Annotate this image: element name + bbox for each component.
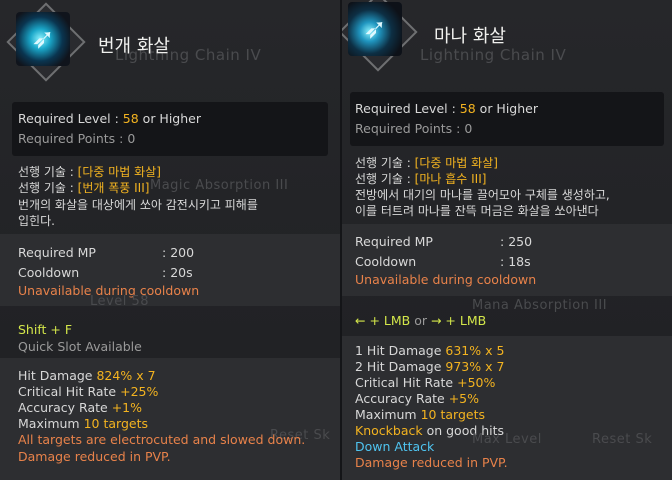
effect-line-1: All targets are electrocuted and slowed … [18, 432, 306, 447]
cooldown-value-row: : 18s [500, 254, 531, 269]
cooldown-value: 18s [508, 254, 531, 269]
required-level-value: 58 [122, 111, 139, 126]
cooldown-note: Unavailable during cooldown [355, 272, 537, 287]
crit-row: Critical Hit Rate +25% [18, 384, 158, 400]
mp-value-row: : 250 [500, 234, 533, 249]
description-line-1: 번개의 화살을 대상에게 쏘아 감전시키고 피해를 [18, 198, 258, 212]
accuracy-row: Accuracy Rate +5% [355, 391, 479, 407]
required-level-row: Required Level : 58 or Higher [355, 101, 538, 116]
skill-title: 마나 화살 [434, 26, 506, 47]
key-combo: Shift + F [18, 322, 73, 337]
mp-label: Required MP [18, 245, 96, 260]
prereq-label: 선행 기술 : [18, 165, 74, 179]
required-points-row: Required Points : 0 [18, 131, 136, 146]
required-level-label: Required Level [18, 111, 111, 126]
crit-value: +25% [120, 384, 159, 399]
accuracy-label: Accuracy Rate [355, 391, 445, 406]
knockback-label: Knockback [355, 423, 423, 438]
required-points-value: 0 [127, 131, 136, 146]
background-skill-name: Lightning Chain IV [420, 46, 567, 64]
mana-arrow-skill-icon: ➶ [348, 2, 402, 56]
crit-row: Critical Hit Rate +50% [355, 375, 495, 391]
required-level-suffix: or Higher [142, 111, 201, 126]
hit1-value: 631% x 5 [445, 343, 505, 358]
key-combo-left: ← + LMB [355, 313, 411, 328]
effect-line-2: Damage reduced in PVP. [18, 449, 171, 464]
tooltip-lightning-arrow: Lightning Chain IV ➶ 번개 화살 Required Leve… [0, 0, 342, 480]
tooltip-mana-arrow: Lightning Chain IV ➶ 마나 화살 Required Leve… [342, 0, 672, 480]
hit2-value: 973% x 7 [445, 359, 505, 374]
crit-label: Critical Hit Rate [355, 375, 454, 390]
key-combo-right: → + LMB [430, 313, 487, 328]
background-text: Level 58 [90, 294, 149, 309]
cooldown-value: 20s [170, 265, 193, 280]
effect-line: Damage reduced in PVP. [355, 455, 508, 470]
prereq-label: 선행 기술 : [355, 172, 411, 186]
prereq-skill-2: [마나 흡수 III] [414, 172, 487, 186]
maximum-value: 10 targets [420, 407, 485, 422]
hit2-label: 2 Hit Damage [355, 359, 442, 374]
prereq-row-2: 선행 기술 : [번개 폭풍 III] [18, 180, 149, 196]
accuracy-row: Accuracy Rate +1% [18, 400, 142, 416]
mp-value-row: : 200 [162, 245, 195, 260]
background-text: Magic Absorption III [150, 178, 289, 193]
maximum-value: 10 targets [83, 416, 148, 431]
hit1-row: 1 Hit Damage 631% x 5 [355, 343, 504, 359]
prereq-skill-1: [다중 마법 화살] [414, 156, 498, 170]
hit2-row: 2 Hit Damage 973% x 7 [355, 359, 504, 375]
required-points-row: Required Points : 0 [355, 121, 473, 136]
skill-title: 번개 화살 [98, 36, 170, 57]
down-attack-tag: Down Attack [355, 439, 435, 454]
required-level-value: 58 [459, 101, 476, 116]
required-points-label: Required Points [18, 131, 116, 146]
background-text: Mana Absorption III [472, 298, 608, 313]
maximum-label: Maximum [18, 416, 80, 431]
required-level-label: Required Level [355, 101, 448, 116]
tooltip-header: Lightning Chain IV ➶ 번개 화살 [0, 0, 340, 88]
required-level-suffix: or Higher [479, 101, 538, 116]
key-combo-row: ← + LMB or → + LMB [355, 313, 486, 329]
quick-slot-status: Quick Slot Available [18, 339, 142, 354]
accuracy-value: +5% [448, 391, 480, 406]
prereq-row-1: 선행 기술 : [다중 마법 화살] [18, 164, 161, 180]
hit-damage-label: Hit Damage [18, 368, 93, 383]
tooltip-header: Lightning Chain IV ➶ 마나 화살 [342, 0, 672, 88]
prereq-row-2: 선행 기술 : [마나 흡수 III] [355, 171, 486, 187]
mp-label: Required MP [355, 234, 433, 249]
description-line-2: 이를 터트려 마나를 잔뜩 머금은 화살을 쏘아낸다 [355, 204, 599, 218]
description-line-1: 전방에서 대기의 마나를 끌어모아 구체를 생성하고, [355, 188, 610, 202]
crit-value: +50% [457, 375, 496, 390]
cooldown-label: Cooldown [355, 254, 417, 269]
maximum-row: Maximum 10 targets [355, 407, 485, 423]
required-points-value: 0 [464, 121, 473, 136]
hit-damage-value: 824% x 7 [96, 368, 156, 383]
cooldown-label: Cooldown [18, 265, 80, 280]
required-level-row: Required Level : 58 or Higher [18, 111, 201, 126]
mp-value: 250 [508, 234, 533, 249]
maximum-label: Maximum [355, 407, 417, 422]
mp-value: 200 [170, 245, 195, 260]
hit1-label: 1 Hit Damage [355, 343, 442, 358]
prereq-label: 선행 기술 : [18, 181, 74, 195]
prereq-skill-2: [번개 폭풍 III] [77, 181, 150, 195]
background-max-level: Max Level [472, 432, 542, 447]
hit-damage-row: Hit Damage 824% x 7 [18, 368, 156, 384]
maximum-row: Maximum 10 targets [18, 416, 148, 432]
prereq-label: 선행 기술 : [355, 156, 411, 170]
accuracy-label: Accuracy Rate [18, 400, 108, 415]
cooldown-value-row: : 20s [162, 265, 193, 280]
prereq-row-1: 선행 기술 : [다중 마법 화살] [355, 155, 498, 171]
description-line-2: 입힌다. [18, 214, 55, 228]
lightning-arrow-skill-icon: ➶ [16, 12, 70, 66]
key-combo-or: or [414, 313, 427, 328]
prereq-skill-1: [다중 마법 화살] [77, 165, 161, 179]
background-reset-text: Reset Sk [592, 432, 653, 447]
crit-label: Critical Hit Rate [18, 384, 117, 399]
accuracy-value: +1% [111, 400, 143, 415]
required-points-label: Required Points [355, 121, 453, 136]
